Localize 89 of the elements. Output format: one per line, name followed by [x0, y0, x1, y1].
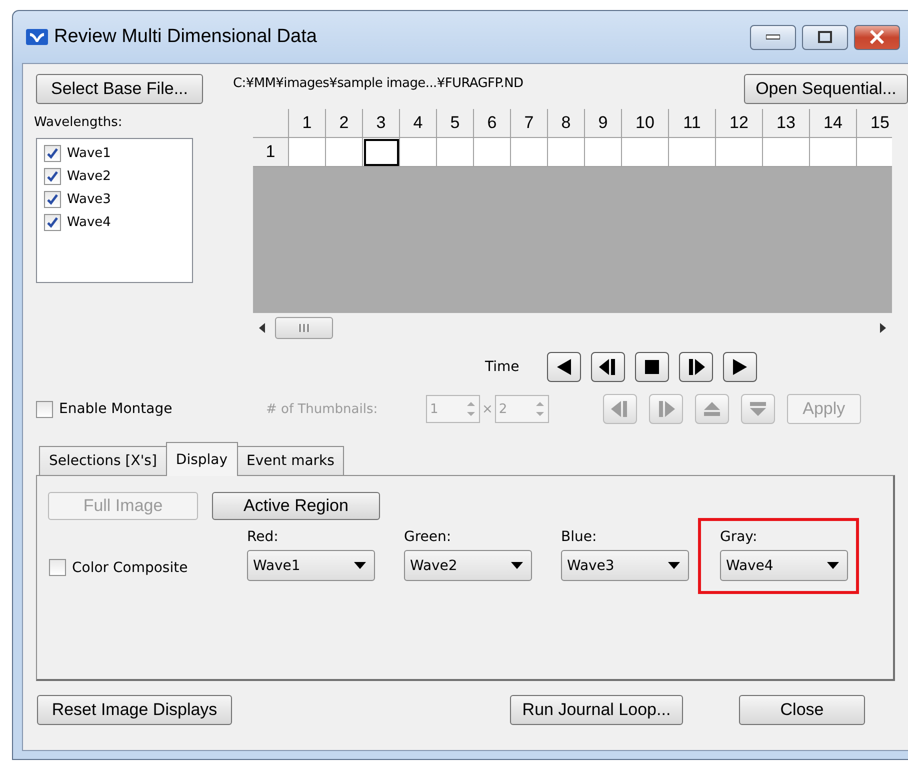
scroll-thumb[interactable]: [275, 316, 333, 338]
tab[interactable]: Display: [166, 442, 238, 476]
channel-dropdown[interactable]: Wave3: [561, 550, 689, 581]
times-sign: ×: [482, 402, 493, 416]
column-header: 4: [400, 109, 437, 138]
minimize-icon: [766, 34, 780, 40]
dropdown-arrow-icon: [511, 562, 523, 569]
channel-label: Green:: [404, 529, 452, 545]
column-header: 9: [585, 109, 622, 138]
grid-cell[interactable]: [400, 138, 437, 167]
scroll-right-icon[interactable]: [880, 322, 886, 332]
grid-cell[interactable]: [585, 138, 622, 167]
grid-cell[interactable]: [474, 138, 511, 167]
open-sequential-button[interactable]: Open Sequential...: [744, 74, 908, 104]
back-button[interactable]: [591, 352, 626, 382]
down-icon: [748, 399, 768, 419]
checkbox[interactable]: [44, 145, 61, 162]
up-button[interactable]: [694, 394, 729, 424]
forward-button[interactable]: [679, 352, 714, 382]
grid-cell[interactable]: [763, 138, 810, 167]
thumbnails-label: # of Thumbnails:: [266, 402, 379, 416]
grid-cell[interactable]: [716, 138, 763, 167]
wavelength-label: Wave1: [67, 146, 111, 161]
channel-label: Blue:: [561, 529, 598, 545]
channel-dropdown[interactable]: Wave1: [247, 550, 375, 581]
close-button[interactable]: [854, 24, 900, 50]
grid-cell[interactable]: [622, 138, 669, 167]
down-button[interactable]: [740, 394, 775, 424]
stop-button[interactable]: [635, 352, 670, 382]
channel-label: Red:: [247, 529, 280, 545]
maximize-button[interactable]: [802, 24, 848, 50]
checkbox[interactable]: [44, 214, 61, 231]
maximize-icon: [818, 31, 832, 43]
column-header: 12: [716, 109, 763, 138]
column-header: 8: [548, 109, 585, 138]
checkbox[interactable]: [49, 559, 66, 576]
tab[interactable]: Event marks: [236, 446, 344, 476]
wavelengths-label: Wavelengths:: [34, 115, 124, 130]
app-logo-icon: [26, 29, 48, 45]
back-icon: [610, 399, 630, 419]
active-region-button[interactable]: Active Region: [212, 492, 380, 520]
channel-dropdown[interactable]: Wave2: [404, 550, 532, 581]
color-composite-label: Color Composite: [72, 560, 188, 576]
grid-cell[interactable]: [289, 138, 326, 167]
dropdown-arrow-icon: [827, 562, 839, 569]
column-header: 3: [363, 109, 400, 138]
grid-cell[interactable]: [669, 138, 716, 167]
column-header: 6: [474, 109, 511, 138]
up-icon: [702, 399, 722, 419]
time-label: Time: [485, 359, 520, 375]
footer-button[interactable]: Run Journal Loop...: [510, 695, 683, 725]
grid-cell[interactable]: [810, 138, 857, 167]
grid-cell[interactable]: [548, 138, 585, 167]
first-button[interactable]: [547, 352, 582, 382]
last-button[interactable]: [723, 352, 758, 382]
grid-cell[interactable]: [511, 138, 548, 167]
file-path: C:¥MM¥images¥sample image...¥FURAGFP.ND: [233, 76, 524, 91]
footer-button[interactable]: Close: [739, 695, 865, 725]
column-header: 5: [437, 109, 474, 138]
forward-icon: [686, 357, 706, 377]
scroll-left-icon[interactable]: [259, 322, 265, 332]
close-icon: [869, 30, 885, 44]
channel-label: Gray:: [720, 529, 758, 545]
wavelength-label: Wave3: [67, 192, 111, 207]
wavelength-label: Wave4: [67, 215, 111, 230]
grid-cell[interactable]: [437, 138, 474, 167]
footer-button[interactable]: Reset Image Displays: [37, 695, 232, 725]
checkbox[interactable]: [44, 168, 61, 185]
grid-cell[interactable]: [857, 138, 892, 167]
wavelength-label: Wave2: [67, 169, 111, 184]
column-header: 10: [622, 109, 669, 138]
grid-cell[interactable]: [363, 138, 400, 167]
minimize-button[interactable]: [750, 24, 796, 50]
column-header: 13: [763, 109, 810, 138]
checkbox[interactable]: [44, 191, 61, 208]
column-header: 2: [326, 109, 363, 138]
channel-dropdown[interactable]: Wave4: [720, 550, 848, 581]
window-title: Review Multi Dimensional Data: [54, 26, 318, 48]
grid-cell[interactable]: [326, 138, 363, 167]
row-header: 1: [253, 138, 289, 167]
dropdown-arrow-icon: [354, 562, 366, 569]
column-header: 11: [669, 109, 716, 138]
column-header: 1: [289, 109, 326, 138]
tab[interactable]: Selections [X's]: [39, 446, 167, 476]
column-header: 7: [511, 109, 548, 138]
enable-montage-label: Enable Montage: [59, 401, 172, 417]
column-header: 14: [810, 109, 857, 138]
select-base-file-button[interactable]: Select Base File...: [36, 74, 203, 104]
dropdown-arrow-icon: [668, 562, 680, 569]
